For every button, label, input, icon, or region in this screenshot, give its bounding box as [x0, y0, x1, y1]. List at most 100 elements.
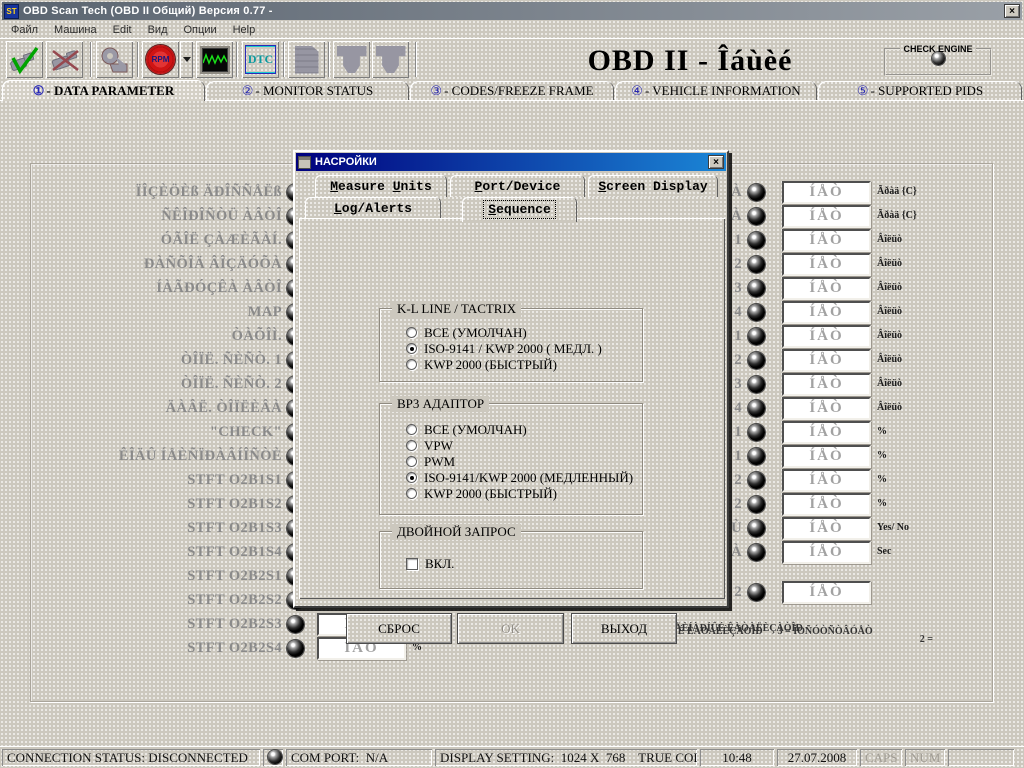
footnote-text: 2 = [920, 634, 933, 645]
status-led [748, 304, 765, 321]
menu-item-0[interactable]: Файл [3, 22, 46, 38]
status-led [748, 208, 765, 225]
param-value-box: ÍÅÒ [782, 349, 871, 372]
menu-item-3[interactable]: Вид [140, 22, 176, 38]
menu-item-4[interactable]: Опции [176, 22, 225, 38]
radio-label: PWM [424, 454, 455, 470]
dialog-tab-measure-units[interactable]: Measure Units [315, 175, 447, 197]
dialog-tab-label: Screen Display [598, 179, 707, 194]
param-unit: Âîëüò [877, 354, 902, 365]
ok-button[interactable]: OK [457, 613, 564, 644]
obd-connector-icon [337, 46, 367, 73]
param-unit: Ãðàä {C} [877, 210, 917, 221]
oscilloscope-button[interactable] [196, 41, 233, 78]
dialog-title: НАСРОЙКИ [315, 156, 377, 168]
status-led [748, 400, 765, 417]
tab-1[interactable]: ②- MONITOR STATUS [206, 81, 409, 100]
toolbar-separator [415, 42, 417, 77]
param-label: STFT O2B2S3 [0, 615, 282, 633]
status-segment-0: CONNECTION STATUS: DISCONNECTED [2, 749, 260, 766]
param-unit: % [877, 474, 887, 485]
disconnect-icon [48, 45, 82, 75]
status-led [748, 280, 765, 297]
param-label: STFT O2B1S3 [0, 519, 282, 537]
radio-option[interactable]: ISO-9141/KWP 2000 (МЕДЛЕННЫЙ) [406, 470, 633, 485]
radio-option[interactable]: KWP 2000 (БЫСТРЫЙ) [406, 486, 557, 501]
rpm-gauge-button[interactable]: RPM [142, 41, 179, 78]
connect-button[interactable] [6, 41, 43, 78]
status-segment-5: 27.07.2008 [777, 749, 857, 766]
chevron-down-icon [183, 57, 191, 62]
reset-button[interactable]: СБРОС [346, 613, 452, 644]
film-record-icon [100, 46, 130, 74]
radio-option[interactable]: PWM [406, 454, 455, 469]
radio-option[interactable]: VPW [406, 438, 453, 453]
rpm-dropdown-button[interactable] [180, 41, 193, 78]
disconnect-button[interactable] [46, 41, 83, 78]
dialog-tab-log-alerts[interactable]: Log/Alerts [305, 197, 441, 219]
param-label: ÑÊÎÐÎÑÒÜ ÀÂÒÎ [0, 207, 282, 225]
dialog-tab-port-device[interactable]: Port/Device [450, 175, 585, 197]
dialog-close-icon[interactable]: × [708, 155, 724, 169]
group-title: K-L LINE / TACTRIX [392, 301, 521, 317]
status-segment-4: 10:48 [700, 749, 774, 766]
group-title: ВР3 АДАПТОР [392, 396, 489, 412]
record-log-button[interactable] [96, 41, 133, 78]
checkbox-option[interactable]: ВКЛ. [406, 556, 454, 571]
checkbox-label: ВКЛ. [425, 556, 454, 572]
menu-item-1[interactable]: Машина [46, 22, 105, 38]
status-led [748, 184, 765, 201]
toolbar-separator [90, 42, 92, 77]
dialog-tab-sequence[interactable]: Sequence [462, 197, 577, 222]
param-label: MAP [0, 303, 282, 321]
param-value-box: ÍÅÒ [782, 277, 871, 300]
menu-item-2[interactable]: Edit [105, 22, 140, 38]
obd-connector-1-button[interactable] [333, 41, 370, 78]
param-unit: Sec [877, 546, 891, 557]
radio-icon [406, 343, 417, 354]
param-value-box: ÍÅÒ [782, 445, 871, 468]
param-label: ÍÀÃÐÓÇÊÀ ÀÂÒÎ [0, 279, 282, 297]
dialog-icon [298, 156, 311, 169]
param-value-box: ÍÅÒ [782, 493, 871, 516]
settings-dialog: НАСРОЙКИ × Measure Units Port/Device Scree… [293, 150, 729, 608]
radio-option[interactable]: KWP 2000 (БЫСТРЫЙ) [406, 357, 557, 372]
status-led [748, 496, 765, 513]
radio-icon [406, 327, 417, 338]
dtc-codes-button[interactable]: DTC [242, 41, 279, 78]
param-label: "CHECK" [0, 423, 282, 441]
group-title: ДВОЙНОЙ ЗАПРОС [392, 524, 521, 540]
radio-option[interactable]: ВСЕ (УМОЛЧАН) [406, 422, 527, 437]
dialog-tab-screen-display[interactable]: Screen Display [588, 175, 718, 197]
close-icon[interactable]: × [1004, 4, 1020, 18]
param-unit: Yes/ No [877, 522, 909, 533]
param-unit: % [877, 498, 887, 509]
page-title: OBD II - Îáùèé [540, 44, 840, 78]
memory-chip-icon [295, 46, 319, 74]
dtc-icon: DTC [245, 45, 276, 74]
window-title: OBD Scan Tech (OBD II Общий) Версия 0.77… [23, 5, 273, 17]
tab-0[interactable]: ①- DATA PARAMETER [2, 80, 205, 101]
toolbar-separator [283, 42, 285, 77]
param-unit: Âîëüò [877, 330, 902, 341]
status-segment-3: DISPLAY SETTING: 1024 X 768 TRUE COLOR [435, 749, 697, 766]
radio-icon [406, 488, 417, 499]
exit-button[interactable]: ВЫХОД [571, 613, 677, 644]
param-unit: Âîëüò [877, 402, 902, 413]
param-value-box: ÍÅÒ [782, 181, 871, 204]
memory-chip-button[interactable] [288, 41, 325, 78]
footnote-line2: ÄÂÎÉÍÎÉ ÊÀÒÀËÈÇÀÒÎÐ 3 = ÎÒÑÓÒÑÒÂÓÅÒ [645, 626, 873, 637]
tab-2[interactable]: ③- CODES/FREEZE FRAME [410, 81, 614, 100]
tab-4[interactable]: ⑤- SUPPORTED PIDS [818, 81, 1022, 100]
connection-led [268, 750, 282, 764]
radio-option[interactable]: ISO-9141 / KWP 2000 ( МЕДЛ. ) [406, 341, 602, 356]
dialog-tab-panel: K-L LINE / TACTRIXВСЕ (УМОЛЧАН)ISO-9141 … [299, 218, 725, 599]
param-label: ÐÀÑÕÎÄ ÂÎÇÄÓÕÀ [0, 255, 282, 273]
radio-option[interactable]: ВСЕ (УМОЛЧАН) [406, 325, 527, 340]
tab-3[interactable]: ④- VEHICLE INFORMATION [615, 81, 817, 100]
dialog-tab-label: Port/Device [475, 179, 561, 194]
obd-connector-2-button[interactable] [372, 41, 409, 78]
menu-item-5[interactable]: Help [225, 22, 264, 38]
toolbar-separator [137, 42, 139, 77]
param-value-box: ÍÅÒ [782, 301, 871, 324]
